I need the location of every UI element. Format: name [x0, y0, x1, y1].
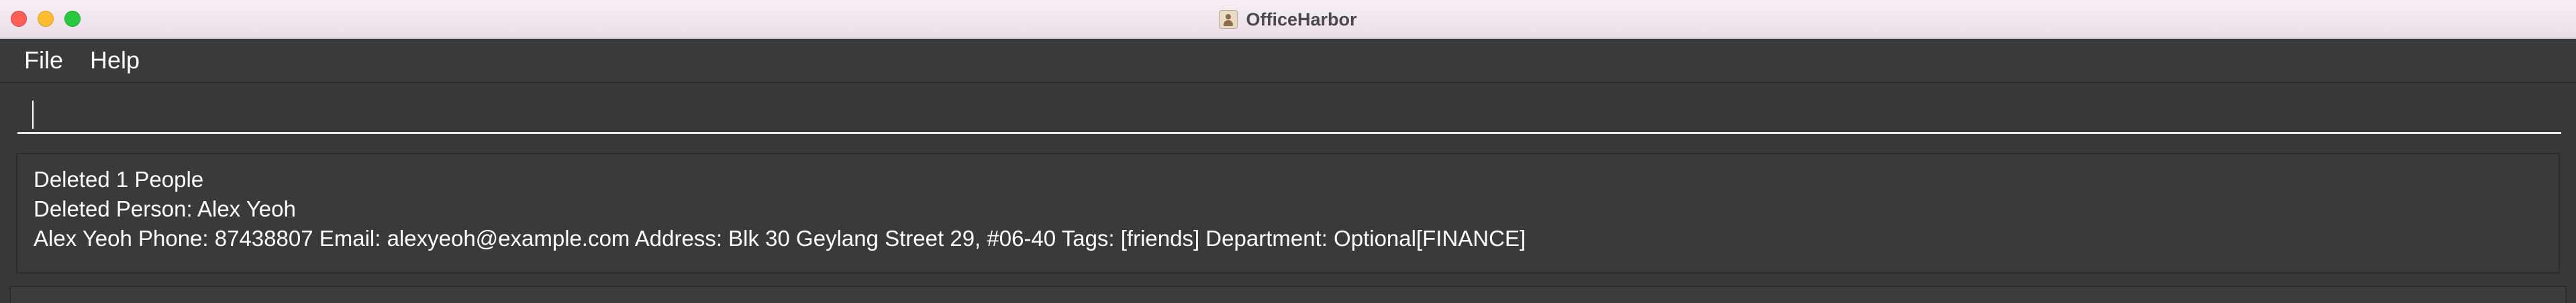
app-window: OfficeHarbor File Help Deleted 1 People … — [0, 0, 2576, 303]
title-group: OfficeHarbor — [0, 0, 2576, 39]
title-bar: OfficeHarbor — [0, 0, 2576, 39]
result-line: Alex Yeoh Phone: 87438807 Email: alexyeo… — [34, 226, 1526, 251]
window-title: OfficeHarbor — [1246, 9, 1357, 29]
menu-bar: File Help — [0, 39, 2576, 83]
command-box-area — [0, 83, 2576, 145]
menu-help[interactable]: Help — [90, 46, 140, 74]
menu-file[interactable]: File — [24, 46, 63, 74]
command-input[interactable] — [17, 93, 2561, 134]
text-cursor — [32, 101, 34, 129]
person-card-icon — [1219, 10, 1238, 29]
result-line: Deleted Person: Alex Yeoh — [34, 196, 296, 221]
result-line: Deleted 1 People — [34, 167, 204, 192]
result-display: Deleted 1 People Deleted Person: Alex Ye… — [16, 153, 2560, 274]
person-list-panel[interactable] — [9, 286, 2567, 303]
